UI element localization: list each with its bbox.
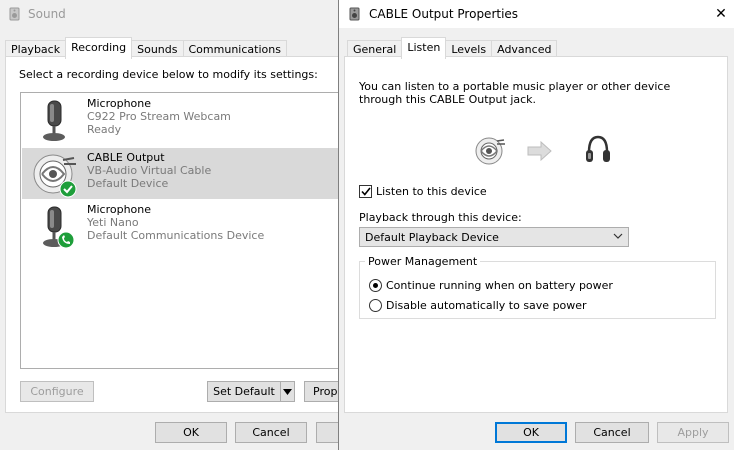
close-button[interactable]: ✕ (707, 0, 734, 28)
playback-device-value: Default Playback Device (365, 230, 499, 244)
caret-down-icon (283, 388, 292, 395)
device-model: Yeti Nano (87, 216, 139, 229)
device-status: Default Device (87, 177, 169, 190)
radio-label: Continue running when on battery power (386, 279, 613, 292)
listen-checkbox[interactable] (359, 185, 372, 198)
speaker-icon (9, 7, 20, 21)
properties-dialog: CABLE Output Properties ✕ General Listen… (338, 0, 734, 450)
cable-icon (33, 154, 77, 198)
speaker-icon (349, 7, 360, 21)
radio-button-selected[interactable] (369, 279, 382, 292)
playback-device-select[interactable]: Default Playback Device (359, 227, 629, 247)
configure-button[interactable]: Configure (20, 381, 94, 402)
sound-cancel-button[interactable]: Cancel (235, 422, 307, 443)
radio-button[interactable] (369, 299, 382, 312)
power-management-title: Power Management (365, 255, 481, 268)
arrow-right-icon (527, 141, 552, 161)
recording-instruction: Select a recording device below to modif… (19, 68, 318, 81)
sound-ok-button[interactable]: OK (155, 422, 227, 443)
device-row-microphone-yeti[interactable]: Microphone Yeti Nano Default Communicati… (22, 200, 342, 251)
tab-listen[interactable]: Listen (401, 37, 447, 59)
device-model: VB-Audio Virtual Cable (87, 164, 212, 177)
microphone-icon (43, 100, 65, 141)
device-model: C922 Pro Stream Webcam (87, 110, 231, 123)
listen-description: You can listen to a portable music playe… (359, 80, 671, 106)
sound-title-bar: Sound (0, 0, 340, 28)
chevron-down-icon (613, 233, 623, 239)
device-status: Ready (87, 123, 122, 136)
device-name: Microphone (87, 97, 152, 110)
properties-apply-button[interactable]: Apply (657, 422, 729, 443)
close-icon: ✕ (715, 6, 727, 22)
tab-recording[interactable]: Recording (65, 37, 133, 59)
device-name: Microphone (87, 203, 152, 216)
sound-window: Sound Playback Recording Sounds Communic… (0, 0, 346, 450)
playback-device-label: Playback through this device: (359, 211, 522, 224)
headphones-icon (586, 135, 610, 162)
device-row-microphone-c922[interactable]: Microphone C922 Pro Stream Webcam Ready (22, 94, 342, 145)
sound-window-title: Sound (28, 7, 66, 21)
device-status: Default Communications Device (87, 229, 265, 242)
properties-button[interactable]: Prop (304, 381, 342, 402)
properties-ok-button[interactable]: OK (495, 422, 567, 443)
set-default-dropdown[interactable] (280, 381, 295, 402)
listen-checkbox-label: Listen to this device (376, 185, 487, 198)
set-default-button[interactable]: Set Default (207, 381, 281, 402)
microphone-icon (43, 206, 75, 249)
radio-continue-running[interactable]: Continue running when on battery power (369, 279, 613, 292)
radio-label: Disable automatically to save power (386, 299, 587, 312)
radio-disable-automatically[interactable]: Disable automatically to save power (369, 299, 587, 312)
properties-title: CABLE Output Properties (369, 7, 519, 21)
device-name: CABLE Output (87, 151, 165, 164)
listen-checkbox-row[interactable]: Listen to this device (359, 185, 487, 198)
checkmark-icon (360, 187, 371, 196)
device-row-cable-output[interactable]: CABLE Output VB-Audio Virtual Cable Defa… (22, 148, 342, 199)
properties-cancel-button[interactable]: Cancel (575, 422, 649, 443)
cable-jack-icon (475, 137, 505, 165)
properties-title-bar: CABLE Output Properties ✕ (339, 0, 734, 28)
recording-device-list[interactable]: Microphone C922 Pro Stream Webcam Ready (20, 92, 342, 369)
